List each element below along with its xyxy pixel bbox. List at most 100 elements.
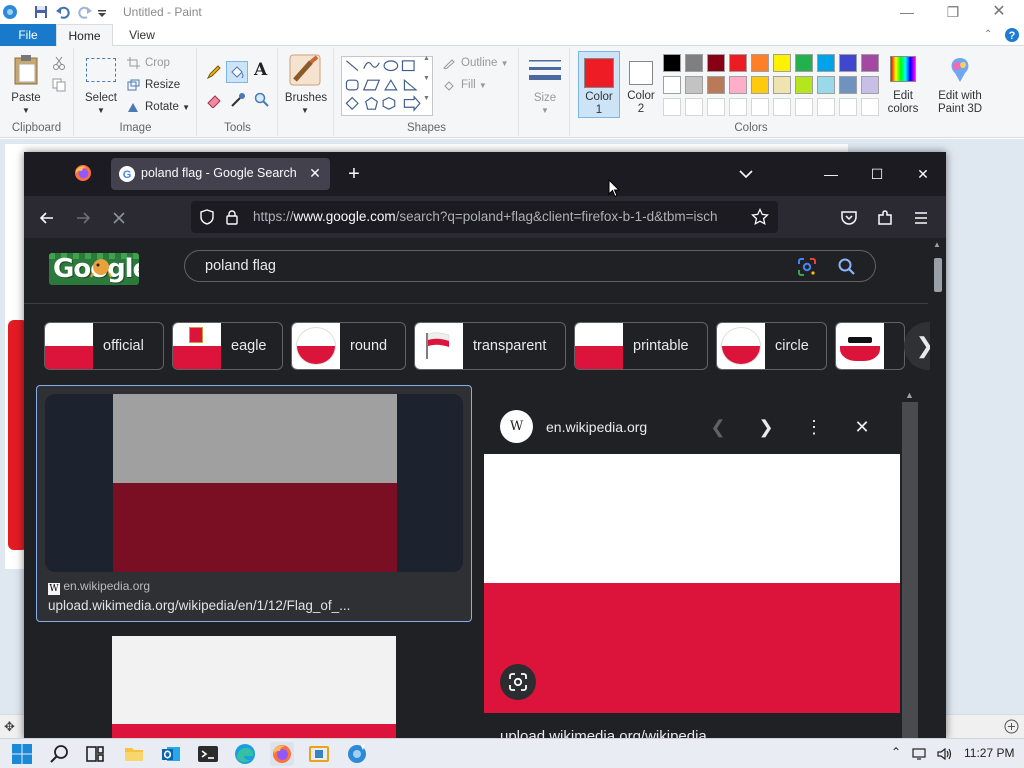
google-doodle-logo[interactable]: Google <box>49 253 139 285</box>
shapes-gallery[interactable] <box>341 56 433 116</box>
palette-swatch[interactable] <box>817 54 835 72</box>
palette-swatch[interactable] <box>663 54 681 72</box>
paste-icon[interactable] <box>12 54 42 86</box>
browser-tab-active[interactable]: G poland flag - Google Search ✕ <box>111 158 330 190</box>
preview-lens-button[interactable] <box>500 664 536 700</box>
palette-swatch[interactable] <box>685 54 703 72</box>
preview-scroll-up-icon[interactable]: ▲ <box>905 390 915 400</box>
paint-close-button[interactable]: ✕ <box>976 2 1022 22</box>
paint-maximize-button[interactable]: ❐ <box>930 2 976 22</box>
tab-view[interactable]: View <box>114 24 170 46</box>
chip-official[interactable]: official <box>44 322 164 370</box>
redo-icon[interactable] <box>77 4 93 20</box>
network-icon[interactable] <box>912 746 928 762</box>
tab-file[interactable]: File <box>0 24 56 46</box>
firefox-icon[interactable] <box>74 164 92 182</box>
shapes-scroll-arrows[interactable]: ▲ ▼ ▼ <box>423 54 430 104</box>
pencil-icon[interactable] <box>206 64 222 80</box>
google-search-box[interactable]: poland flag <box>184 250 876 282</box>
brushes-icon[interactable] <box>289 54 321 86</box>
firefox-maximize-button[interactable]: ☐ <box>854 152 900 196</box>
tab-home[interactable]: Home <box>56 24 113 47</box>
resize-button[interactable]: Resize <box>125 76 180 94</box>
image-result-second[interactable] <box>112 636 396 740</box>
bookmark-star-icon[interactable] <box>751 208 769 226</box>
edge-icon[interactable] <box>233 742 257 766</box>
palette-swatch[interactable] <box>663 76 681 94</box>
fill-button[interactable]: Fill ▼ <box>441 76 487 94</box>
taskbar-firefox-icon[interactable] <box>270 742 294 766</box>
result-source[interactable]: W en.wikipedia.org <box>48 579 150 595</box>
back-arrow-icon[interactable] <box>36 207 58 229</box>
undo-icon[interactable] <box>55 4 71 20</box>
palette-swatch[interactable] <box>751 54 769 72</box>
url-bar[interactable]: https://www.google.com/search?q=poland+f… <box>191 201 778 233</box>
palette-custom-swatch[interactable] <box>663 98 681 116</box>
search-icon[interactable] <box>48 742 72 766</box>
palette-swatch[interactable] <box>817 76 835 94</box>
chip-partial[interactable] <box>835 322 905 370</box>
paint-app-icon[interactable] <box>2 4 18 20</box>
minimize-ribbon-icon[interactable]: ⌃ <box>984 29 996 41</box>
preview-next-icon[interactable]: ❯ <box>756 417 776 437</box>
palette-swatch[interactable] <box>773 76 791 94</box>
palette-swatch[interactable] <box>839 54 857 72</box>
extensions-icon[interactable] <box>874 207 896 229</box>
fill-tool-button[interactable] <box>226 61 248 83</box>
scroll-up-icon[interactable]: ▲ <box>933 240 941 249</box>
brushes-dropdown-icon[interactable]: ▼ <box>299 104 311 117</box>
palette-swatch[interactable] <box>685 76 703 94</box>
help-icon[interactable]: ? <box>1004 27 1020 43</box>
preview-previous-icon[interactable]: ❮ <box>708 417 728 437</box>
color1-button[interactable]: Color 1 <box>578 51 620 118</box>
windows-start-icon[interactable] <box>10 742 34 766</box>
palette-custom-swatch[interactable] <box>795 98 813 116</box>
select-dropdown-icon[interactable]: ▼ <box>95 104 107 117</box>
zoom-in-icon[interactable] <box>1004 719 1019 734</box>
copy-icon[interactable] <box>52 78 66 92</box>
preview-more-options-icon[interactable]: ⋮ <box>804 417 824 437</box>
palette-swatch[interactable] <box>861 76 879 94</box>
outlook-icon[interactable] <box>159 742 183 766</box>
palette-swatch[interactable] <box>707 54 725 72</box>
firefox-close-button[interactable]: ✕ <box>900 152 946 196</box>
forward-arrow-icon[interactable] <box>72 207 94 229</box>
shield-icon[interactable] <box>199 209 215 225</box>
preview-flag-image[interactable] <box>484 454 900 713</box>
terminal-icon[interactable] <box>196 742 220 766</box>
loading-icon[interactable] <box>108 207 130 229</box>
palette-swatch[interactable] <box>773 54 791 72</box>
chip-eagle[interactable]: eagle <box>172 322 283 370</box>
text-tool-icon[interactable]: A <box>254 60 267 80</box>
taskbar-clock[interactable]: 11:27 PM <box>964 746 1014 760</box>
chip-round[interactable]: round <box>291 322 406 370</box>
chip-transparent[interactable]: transparent <box>414 322 566 370</box>
save-icon[interactable] <box>33 4 49 20</box>
search-input[interactable]: poland flag <box>205 258 276 274</box>
chip-printable[interactable]: printable <box>574 322 708 370</box>
new-tab-button[interactable]: + <box>344 164 364 184</box>
palette-custom-swatch[interactable] <box>707 98 725 116</box>
eraser-icon[interactable] <box>206 92 222 108</box>
preview-domain[interactable]: en.wikipedia.org <box>546 419 647 435</box>
result-url[interactable]: upload.wikimedia.org/wikipedia/en/1/12/F… <box>48 598 350 613</box>
palette-custom-swatch[interactable] <box>685 98 703 116</box>
palette-custom-swatch[interactable] <box>751 98 769 116</box>
task-view-icon[interactable] <box>83 742 107 766</box>
palette-swatch[interactable] <box>707 76 725 94</box>
cut-icon[interactable] <box>52 56 66 70</box>
color-picker-icon[interactable] <box>230 92 246 108</box>
sandbox-app-icon[interactable] <box>307 742 331 766</box>
volume-icon[interactable] <box>936 746 954 762</box>
edit-colors-button[interactable]: Edit colors <box>884 51 922 118</box>
image-result-selected[interactable]: W en.wikipedia.org upload.wikimedia.org/… <box>36 385 472 622</box>
palette-swatch[interactable] <box>729 76 747 94</box>
paint-minimize-button[interactable]: — <box>884 2 930 22</box>
palette-custom-swatch[interactable] <box>773 98 791 116</box>
customize-quick-access-icon[interactable] <box>97 4 107 20</box>
outline-button[interactable]: Outline ▼ <box>441 54 509 72</box>
hamburger-menu-icon[interactable] <box>910 207 932 229</box>
tab-close-icon[interactable]: ✕ <box>306 164 324 182</box>
color2-button[interactable]: Color 2 <box>621 51 661 118</box>
palette-custom-swatch[interactable] <box>729 98 747 116</box>
